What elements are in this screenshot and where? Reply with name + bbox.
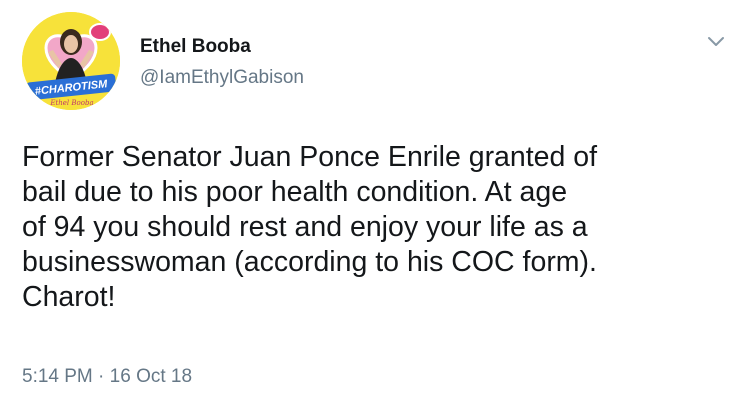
tweet-timestamp[interactable]: 5:14 PM · 16 Oct 18 bbox=[22, 366, 192, 388]
tweet-text: Former Senator Juan Ponce Enrile granted… bbox=[22, 140, 722, 315]
user-handle[interactable]: @IamEthylGabison bbox=[140, 67, 304, 89]
avatar-signature: Ethel Booba bbox=[49, 99, 93, 107]
avatar[interactable]: #CHAROTISM Ethel Booba bbox=[22, 12, 120, 110]
tweet-text-line: Charot! bbox=[22, 281, 116, 313]
tweet-text-line: businesswoman (according to his COC form… bbox=[22, 246, 597, 278]
tweet-menu-button[interactable] bbox=[704, 30, 728, 52]
tweet-text-line: bail due to his poor health condition. A… bbox=[22, 176, 568, 208]
tweet-card: #CHAROTISM Ethel Booba Ethel Booba @IamE… bbox=[0, 0, 750, 410]
chevron-down-icon bbox=[708, 37, 724, 46]
tweet-time: 5:14 PM bbox=[22, 366, 93, 387]
tweet-text-line: Former Senator Juan Ponce Enrile granted… bbox=[22, 141, 598, 173]
tweet-date: 16 Oct 18 bbox=[109, 366, 193, 387]
timestamp-separator: · bbox=[98, 366, 105, 387]
tweet-text-line: of 94 you should rest and enjoy your lif… bbox=[22, 211, 588, 243]
avatar-image: #CHAROTISM Ethel Booba bbox=[22, 12, 120, 110]
display-name[interactable]: Ethel Booba bbox=[140, 36, 251, 58]
